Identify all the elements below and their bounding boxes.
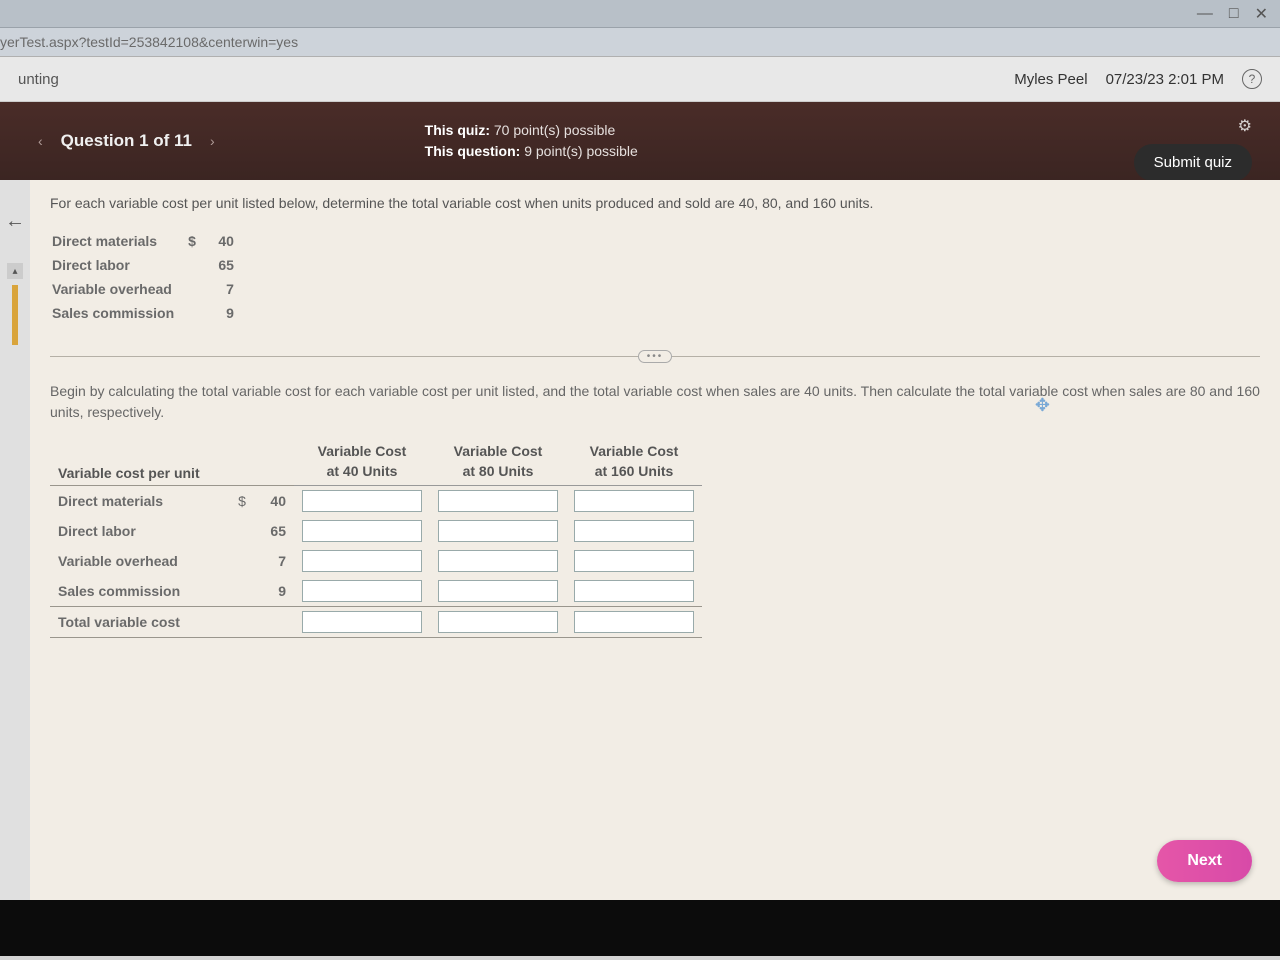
back-arrow-icon[interactable]: ← <box>5 210 25 233</box>
table-row: Direct materials $ 40 <box>52 230 246 252</box>
table-row: Direct materials $ 40 <box>50 485 702 516</box>
row-label: Direct materials <box>50 485 230 516</box>
answer-input[interactable] <box>302 611 422 633</box>
given-label: Sales commission <box>52 302 186 324</box>
col-header-top: Variable Cost <box>294 439 430 461</box>
expand-handle-icon[interactable]: ••• <box>638 350 673 363</box>
currency-symbol: $ <box>230 485 254 516</box>
given-label: Variable overhead <box>52 278 186 300</box>
timestamp: 07/23/23 2:01 PM <box>1106 71 1224 88</box>
answer-input[interactable] <box>438 611 558 633</box>
minimize-icon[interactable]: — <box>1197 5 1213 23</box>
section-divider: ••• <box>50 350 1260 363</box>
given-costs-table: Direct materials $ 40 Direct labor 65 Va… <box>50 228 248 326</box>
col-header-bottom: at 160 Units <box>566 461 702 486</box>
row-label: Sales commission <box>50 576 230 607</box>
course-title-fragment: unting <box>18 71 59 88</box>
currency-symbol <box>230 546 254 576</box>
quiz-points-value: 70 point(s) possible <box>494 122 615 138</box>
row-label: Direct labor <box>50 516 230 546</box>
answer-input[interactable] <box>574 520 694 542</box>
answer-input[interactable] <box>302 490 422 512</box>
unit-value: 40 <box>254 485 294 516</box>
table-row: Sales commission 9 <box>50 576 702 607</box>
col-header-top: Variable Cost <box>430 439 566 461</box>
move-handle-icon[interactable]: ✥ <box>1035 395 1050 416</box>
answer-input[interactable] <box>438 490 558 512</box>
maximize-icon[interactable]: □ <box>1229 5 1239 23</box>
page-header: unting Myles Peel 07/23/23 2:01 PM ? <box>0 57 1280 102</box>
answer-input[interactable] <box>438 550 558 572</box>
scroll-up-icon[interactable]: ▴ <box>7 263 23 279</box>
table-row: Total variable cost <box>50 606 702 637</box>
currency-symbol <box>188 278 208 300</box>
submit-quiz-button[interactable]: Submit quiz <box>1134 144 1252 181</box>
next-question-button[interactable]: › <box>200 127 225 155</box>
quiz-points-label: This quiz: <box>425 122 490 138</box>
col-header-bottom: at 40 Units <box>294 461 430 486</box>
table-row: Variable overhead 7 <box>50 546 702 576</box>
table-row: Direct labor 65 <box>52 254 246 276</box>
gear-icon[interactable]: ⚙ <box>1238 116 1252 136</box>
user-name: Myles Peel <box>1014 71 1087 88</box>
window-controls: — □ ✕ <box>0 0 1280 28</box>
quiz-nav-bar: ‹ Question 1 of 11 › This quiz: 70 point… <box>0 102 1280 180</box>
question-indicator: Question 1 of 11 <box>61 131 192 151</box>
given-value: 9 <box>210 302 246 324</box>
table-row: Direct labor 65 <box>50 516 702 546</box>
question-points-label: This question: <box>425 143 521 159</box>
currency-symbol <box>230 516 254 546</box>
table-row: Sales commission 9 <box>52 302 246 324</box>
row-label: Variable overhead <box>50 546 230 576</box>
bottom-bezel <box>0 900 1280 956</box>
answer-input[interactable] <box>302 580 422 602</box>
currency-symbol: $ <box>188 230 208 252</box>
close-icon[interactable]: ✕ <box>1255 4 1268 24</box>
unit-value: 7 <box>254 546 294 576</box>
currency-symbol <box>230 576 254 607</box>
url-text: yerTest.aspx?testId=253842108&centerwin=… <box>0 34 298 50</box>
question-prompt: For each variable cost per unit listed b… <box>50 194 1260 214</box>
currency-symbol <box>188 254 208 276</box>
given-label: Direct labor <box>52 254 186 276</box>
row-label: Total variable cost <box>50 606 230 637</box>
step-instructions: Begin by calculating the total variable … <box>50 381 1260 423</box>
unit-value: 65 <box>254 516 294 546</box>
currency-symbol <box>188 302 208 324</box>
next-button[interactable]: Next <box>1157 840 1252 882</box>
answer-input[interactable] <box>438 520 558 542</box>
row-header: Variable cost per unit <box>50 461 230 486</box>
given-value: 40 <box>210 230 246 252</box>
answer-input[interactable] <box>574 550 694 572</box>
quiz-points-info: This quiz: 70 point(s) possible This que… <box>425 120 638 162</box>
prev-question-button[interactable]: ‹ <box>28 127 53 155</box>
answer-input[interactable] <box>302 520 422 542</box>
given-value: 65 <box>210 254 246 276</box>
given-label: Direct materials <box>52 230 186 252</box>
unit-value: 9 <box>254 576 294 607</box>
left-rail: ← ▴ <box>0 180 30 900</box>
help-icon[interactable]: ? <box>1242 69 1262 89</box>
question-progress-marker <box>12 285 18 345</box>
question-panel: For each variable cost per unit listed b… <box>30 180 1280 900</box>
answer-grid: Variable Cost Variable Cost Variable Cos… <box>50 439 702 638</box>
col-header-top: Variable Cost <box>566 439 702 461</box>
table-row: Variable overhead 7 <box>52 278 246 300</box>
answer-input[interactable] <box>438 580 558 602</box>
col-header-bottom: at 80 Units <box>430 461 566 486</box>
answer-input[interactable] <box>574 611 694 633</box>
answer-input[interactable] <box>574 490 694 512</box>
question-points-value: 9 point(s) possible <box>524 143 638 159</box>
url-bar: yerTest.aspx?testId=253842108&centerwin=… <box>0 28 1280 57</box>
answer-input[interactable] <box>302 550 422 572</box>
given-value: 7 <box>210 278 246 300</box>
answer-input[interactable] <box>574 580 694 602</box>
